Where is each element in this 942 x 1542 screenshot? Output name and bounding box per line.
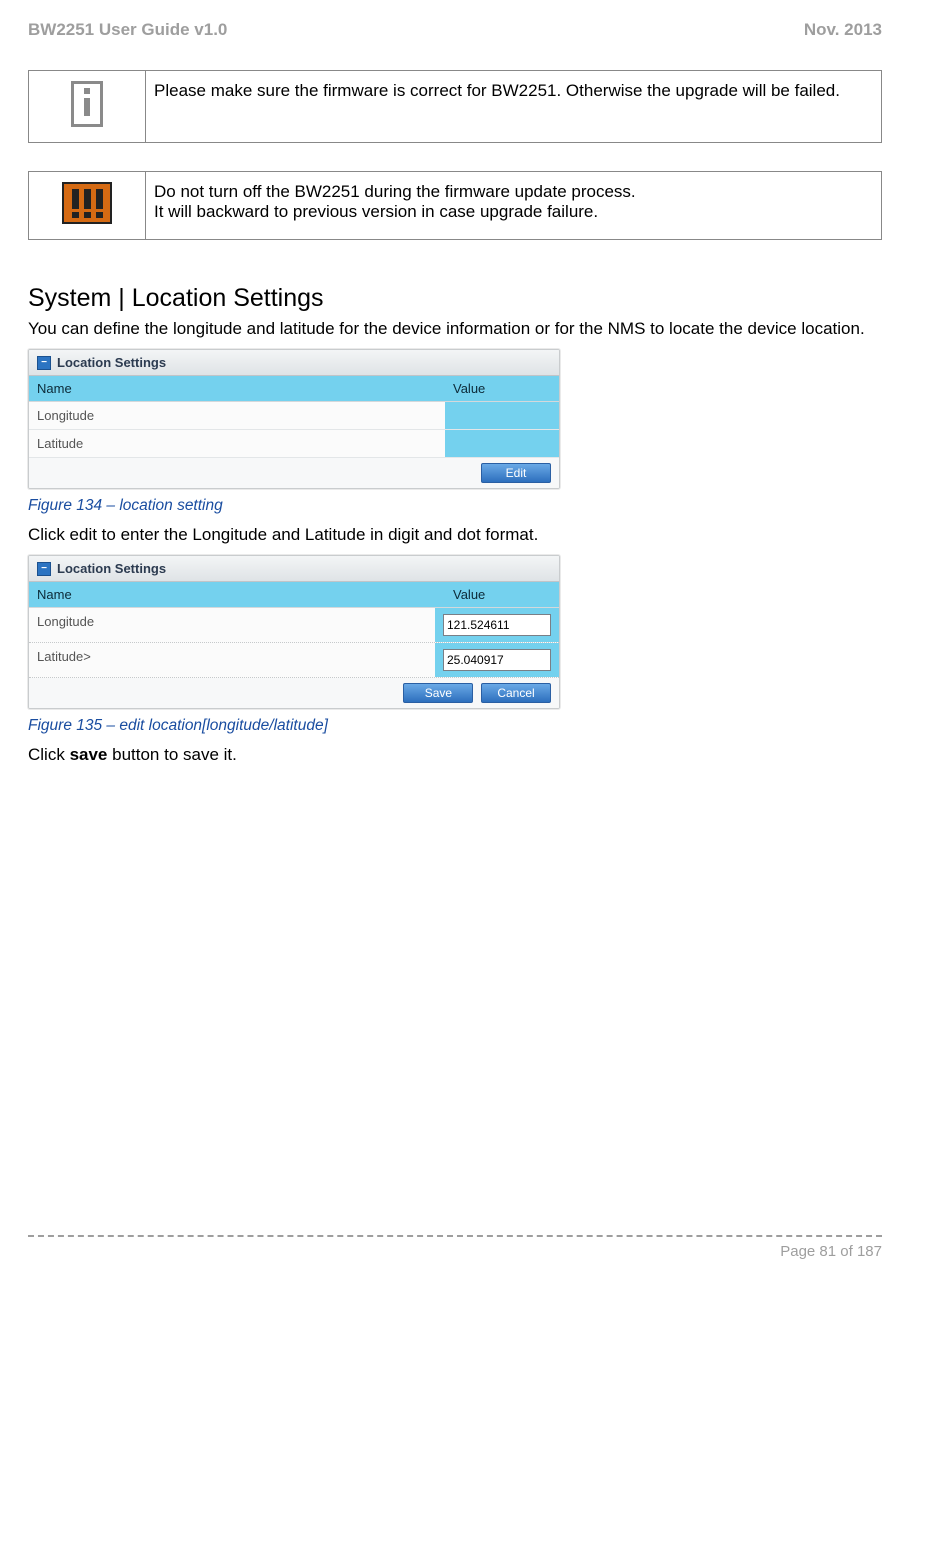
col-header-value: Value: [445, 376, 559, 401]
location-settings-panel-view: − Location Settings Name Value Longitude…: [28, 349, 560, 489]
footer-divider: [28, 1235, 882, 1237]
info-callout: Please make sure the firmware is correct…: [28, 70, 882, 143]
save-button[interactable]: Save: [403, 683, 473, 703]
panel-footer: Save Cancel: [29, 678, 559, 708]
panel-titlebar[interactable]: − Location Settings: [29, 556, 559, 582]
doc-title: BW2251 User Guide v1.0: [28, 20, 227, 40]
warning-line1: Do not turn off the BW2251 during the fi…: [154, 182, 636, 201]
row-label-latitude: Latitude: [29, 430, 445, 457]
row-label-longitude: Longitude: [29, 402, 445, 429]
table-header-row: Name Value: [29, 376, 559, 402]
table-header-row: Name Value: [29, 582, 559, 608]
save-pre: Click: [28, 745, 70, 764]
info-icon: [71, 81, 103, 127]
section-intro: You can define the longitude and latitud…: [28, 319, 882, 339]
collapse-icon[interactable]: −: [37, 562, 51, 576]
section-heading: System | Location Settings: [28, 284, 882, 313]
instruction-text-edit: Click edit to enter the Longitude and La…: [28, 525, 882, 545]
row-value-longitude: [445, 402, 559, 429]
row-label-longitude: Longitude: [29, 608, 435, 642]
table-row: Longitude: [29, 608, 559, 643]
longitude-input[interactable]: [443, 614, 551, 636]
panel-titlebar[interactable]: − Location Settings: [29, 350, 559, 376]
collapse-icon[interactable]: −: [37, 356, 51, 370]
instruction-text-save: Click save button to save it.: [28, 745, 882, 765]
page-number: Page 81 of 187: [28, 1243, 882, 1260]
warning-text: Do not turn off the BW2251 during the fi…: [146, 172, 882, 240]
doc-date: Nov. 2013: [804, 20, 882, 40]
warning-icon: [62, 182, 112, 224]
latitude-input[interactable]: [443, 649, 551, 671]
panel-title: Location Settings: [57, 355, 166, 370]
edit-button[interactable]: Edit: [481, 463, 551, 483]
info-text: Please make sure the firmware is correct…: [146, 71, 882, 143]
location-settings-panel-edit: − Location Settings Name Value Longitude…: [28, 555, 560, 709]
warning-callout: Do not turn off the BW2251 during the fi…: [28, 171, 882, 240]
table-row: Latitude>: [29, 643, 559, 678]
table-row: Latitude: [29, 430, 559, 458]
figure-caption-134: Figure 134 – location setting: [28, 497, 882, 515]
warning-icon-cell: [29, 172, 146, 240]
cancel-button[interactable]: Cancel: [481, 683, 551, 703]
table-row: Longitude: [29, 402, 559, 430]
col-header-name: Name: [29, 376, 445, 401]
figure-caption-135: Figure 135 – edit location[longitude/lat…: [28, 717, 882, 735]
col-header-value: Value: [445, 582, 559, 607]
save-bold: save: [70, 745, 108, 764]
warning-line2: It will backward to previous version in …: [154, 202, 598, 221]
row-label-latitude: Latitude>: [29, 643, 435, 677]
save-post: button to save it.: [107, 745, 236, 764]
panel-footer: Edit: [29, 458, 559, 488]
info-icon-cell: [29, 71, 146, 143]
col-header-name: Name: [29, 582, 445, 607]
row-value-latitude: [445, 430, 559, 457]
panel-title: Location Settings: [57, 561, 166, 576]
